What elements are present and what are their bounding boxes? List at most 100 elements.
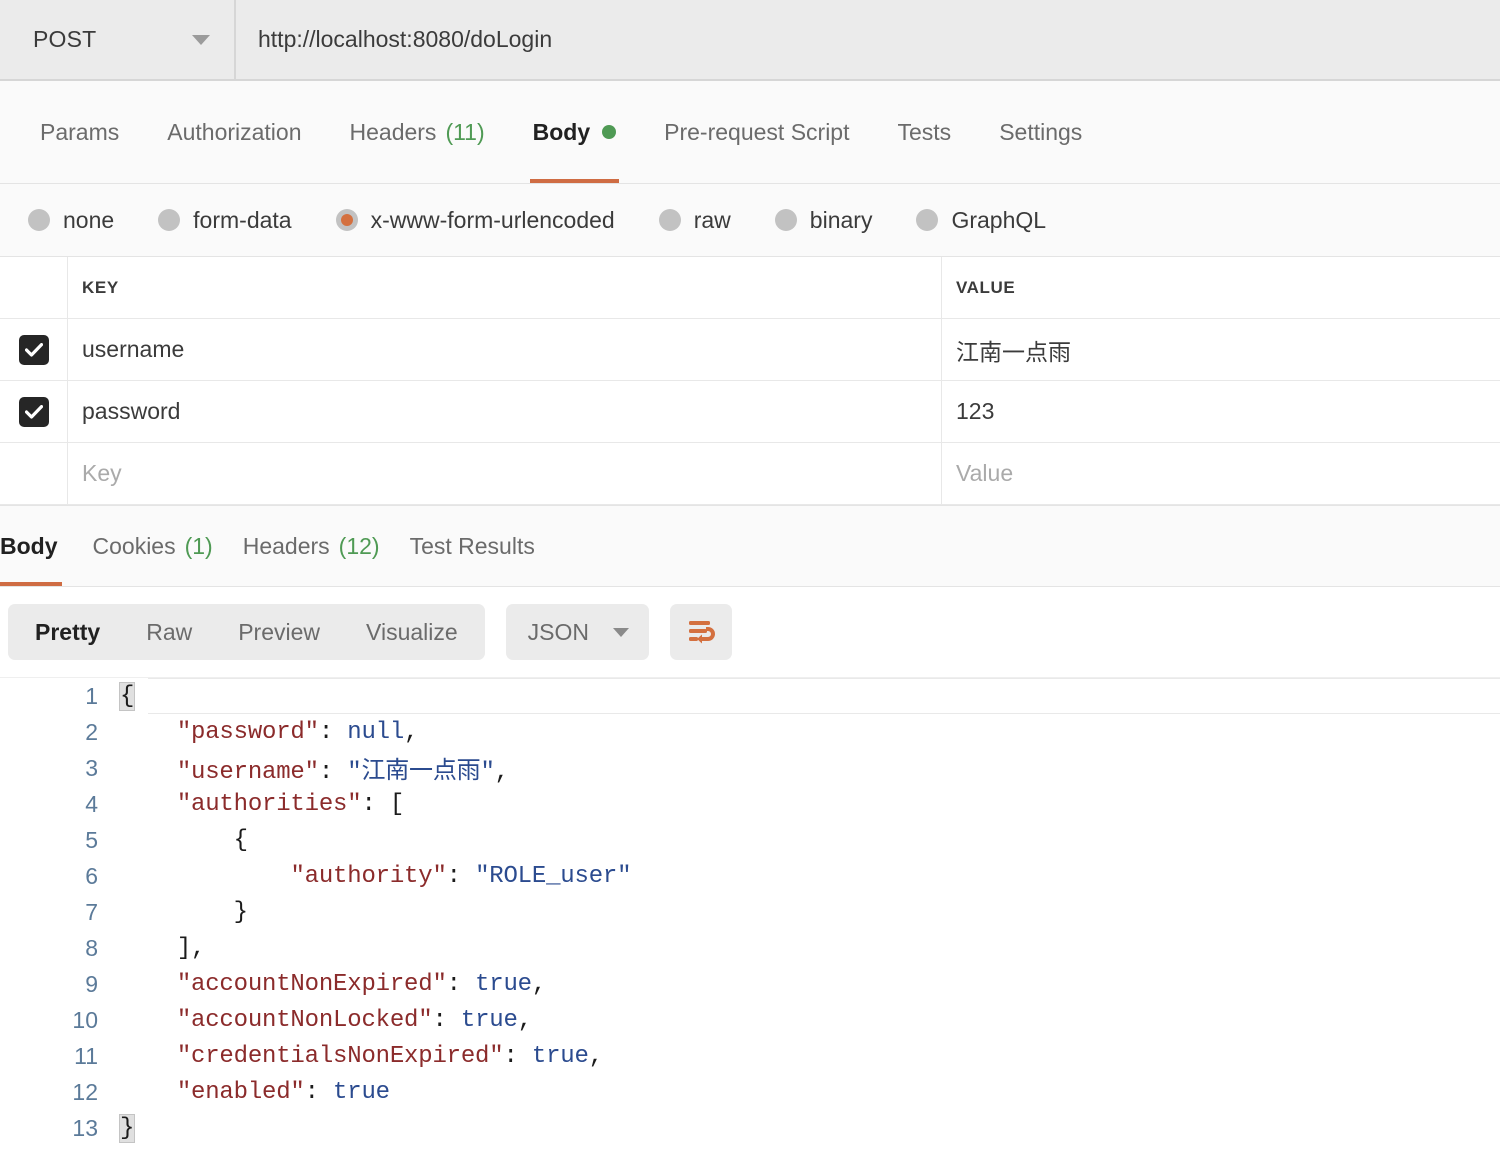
- code-line-number: 11: [0, 1043, 120, 1070]
- column-header-value: VALUE: [956, 278, 1015, 298]
- view-mode-visualize[interactable]: Visualize: [343, 604, 481, 660]
- chevron-down-icon: [192, 35, 210, 45]
- body-type-radio-none[interactable]: none: [28, 207, 114, 234]
- body-type-radio-graphql[interactable]: GraphQL: [916, 207, 1046, 234]
- row-value-text: 123: [956, 398, 994, 425]
- response-tab-body[interactable]: Body: [0, 506, 78, 586]
- http-method-select[interactable]: POST: [0, 0, 236, 79]
- request-tab-label: Headers: [350, 119, 437, 146]
- body-type-radio-binary[interactable]: binary: [775, 207, 873, 234]
- response-tab-label: Test Results: [410, 533, 535, 560]
- body-type-radio-label: raw: [694, 207, 731, 234]
- code-line: 3 "username": "江南一点雨",: [0, 750, 1500, 786]
- code-line-number: 5: [0, 827, 120, 854]
- view-mode-pretty[interactable]: Pretty: [12, 604, 123, 660]
- response-tab-label: Cookies: [93, 533, 176, 560]
- body-present-indicator-icon: [602, 125, 616, 139]
- code-line: 7 }: [0, 894, 1500, 930]
- body-params-table: KEY VALUE username江南一点雨password123KeyVal…: [0, 257, 1500, 505]
- row-value-cell[interactable]: 123: [942, 381, 1500, 442]
- row-key-cell[interactable]: password: [68, 381, 942, 442]
- response-format-label: JSON: [528, 619, 589, 646]
- code-line: 4 "authorities": [: [0, 786, 1500, 822]
- radio-unselected-icon: [659, 209, 681, 231]
- request-tab-headers[interactable]: Headers (11): [326, 81, 509, 183]
- code-line-number: 10: [0, 1007, 120, 1034]
- request-tab-label: Settings: [999, 119, 1082, 146]
- code-line-number: 3: [0, 755, 120, 782]
- body-type-radio-label: form-data: [193, 207, 291, 234]
- check-icon: [25, 405, 43, 419]
- radio-unselected-icon: [775, 209, 797, 231]
- request-tabs: Params Authorization Headers (11) Body Pre-re…: [0, 81, 1500, 184]
- code-line-content: {: [120, 827, 1500, 854]
- response-tab-label: Body: [0, 533, 58, 560]
- code-line-content: "authority": "ROLE_user": [120, 863, 1500, 890]
- code-line-content: "enabled": true: [120, 1079, 1500, 1106]
- request-tab-pre-request-script[interactable]: Pre-request Script: [640, 81, 873, 183]
- new-row-key-cell[interactable]: Key: [68, 443, 942, 504]
- response-view-toolbar: PrettyRawPreviewVisualize JSON: [0, 587, 1500, 677]
- body-type-radio-label: GraphQL: [951, 207, 1046, 234]
- row-checkbox-cell: [0, 319, 68, 380]
- view-mode-raw[interactable]: Raw: [123, 604, 215, 660]
- word-wrap-button[interactable]: [670, 604, 732, 660]
- code-line-number: 12: [0, 1079, 120, 1106]
- code-line-content: "credentialsNonExpired": true,: [120, 1043, 1500, 1070]
- response-tab-label: Headers: [243, 533, 330, 560]
- request-tab-body[interactable]: Body: [509, 81, 641, 183]
- response-tabs: Body Cookies (1) Headers (12) Test Results: [0, 505, 1500, 587]
- view-mode-preview[interactable]: Preview: [215, 604, 343, 660]
- response-tab-count: (1): [185, 533, 213, 560]
- code-line-content: "authorities": [: [120, 791, 1500, 818]
- response-tab-headers[interactable]: Headers (12): [228, 506, 395, 586]
- request-tab-params[interactable]: Params: [16, 81, 143, 183]
- code-line: 9 "accountNonExpired": true,: [0, 966, 1500, 1002]
- code-line-number: 8: [0, 935, 120, 962]
- request-url-bar: POST http://localhost:8080/doLogin: [0, 0, 1500, 81]
- row-checkbox[interactable]: [19, 335, 49, 365]
- response-format-select[interactable]: JSON: [506, 604, 649, 660]
- url-input[interactable]: http://localhost:8080/doLogin: [236, 0, 1500, 79]
- code-line-number: 9: [0, 971, 120, 998]
- code-line: 1{: [0, 678, 1500, 714]
- response-tab-cookies[interactable]: Cookies (1): [78, 506, 228, 586]
- header-value-cell: VALUE: [942, 257, 1500, 318]
- request-tab-label: Pre-request Script: [664, 119, 849, 146]
- row-value-cell[interactable]: 江南一点雨: [942, 319, 1500, 380]
- row-checkbox[interactable]: [19, 397, 49, 427]
- code-line: 11 "credentialsNonExpired": true,: [0, 1038, 1500, 1074]
- row-checkbox-cell: [0, 381, 68, 442]
- code-line-number: 1: [0, 683, 120, 710]
- row-key-text: password: [82, 398, 180, 425]
- request-tab-label: Authorization: [167, 119, 301, 146]
- response-body-code-viewer[interactable]: 1{2 "password": null,3 "username": "江南一点…: [0, 677, 1500, 1157]
- code-line-number: 2: [0, 719, 120, 746]
- new-row-checkbox-cell: [0, 443, 68, 504]
- request-tab-count: (11): [445, 119, 484, 146]
- body-type-radio-label: binary: [810, 207, 873, 234]
- table-row: password 123: [0, 381, 1500, 443]
- code-line-number: 4: [0, 791, 120, 818]
- response-tab-count: (12): [339, 533, 380, 560]
- code-line-content: ],: [120, 935, 1500, 962]
- body-type-radio-form-data[interactable]: form-data: [158, 207, 291, 234]
- new-row-value-cell[interactable]: Value: [942, 443, 1500, 504]
- request-tab-settings[interactable]: Settings: [975, 81, 1106, 183]
- new-row-value-placeholder: Value: [956, 460, 1013, 487]
- code-line: 10 "accountNonLocked": true,: [0, 1002, 1500, 1038]
- response-tab-test-results[interactable]: Test Results: [395, 506, 550, 586]
- request-tab-tests[interactable]: Tests: [874, 81, 976, 183]
- row-key-cell[interactable]: username: [68, 319, 942, 380]
- code-line-content: }: [120, 1115, 1500, 1142]
- word-wrap-icon: [686, 619, 716, 645]
- body-type-radio-x-www-form-urlencoded[interactable]: x-www-form-urlencoded: [336, 207, 615, 234]
- check-icon: [25, 343, 43, 357]
- request-tab-authorization[interactable]: Authorization: [143, 81, 325, 183]
- current-line-separator: [148, 678, 1500, 679]
- code-line-content: {: [120, 683, 1500, 710]
- code-line: 2 "password": null,: [0, 714, 1500, 750]
- body-type-radio-raw[interactable]: raw: [659, 207, 731, 234]
- request-tab-label: Tests: [898, 119, 952, 146]
- http-method-label: POST: [33, 26, 96, 53]
